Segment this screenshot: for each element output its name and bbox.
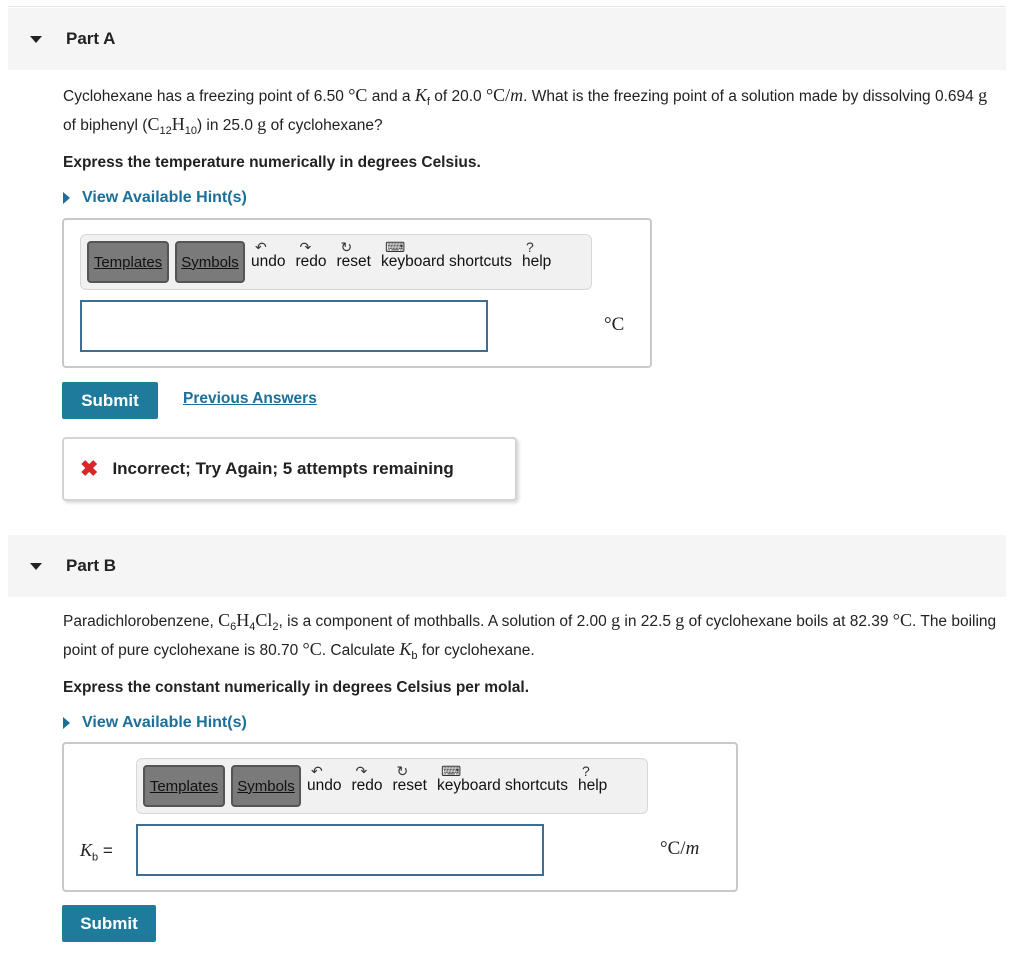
part-a-answer-input[interactable] [80,300,488,352]
part-a-content: Cyclohexane has a freezing point of 6.50… [63,84,1003,207]
feedback-message: Incorrect; Try Again; 5 attempts remaini… [112,459,454,478]
redo-icon: ↷ [299,239,312,255]
collapse-triangle-icon [30,35,42,43]
help-icon: ? [525,239,534,255]
hint-label: View Available Hint(s) [82,189,247,207]
part-b-hint-toggle[interactable]: View Available Hint(s) [63,714,1003,732]
keyboard-icon: ⌨ [440,763,462,779]
undo-button[interactable]: ↶ undo [251,239,285,271]
part-b-answer-input[interactable] [136,824,544,876]
previous-answers-link[interactable]: Previous Answers [183,390,317,408]
part-a-feedback: ✖ Incorrect; Try Again; 5 attempts remai… [62,437,517,501]
symbols-button[interactable]: Symbols [175,241,245,283]
part-a-hint-toggle[interactable]: View Available Hint(s) [63,189,1003,207]
redo-icon: ↷ [355,763,368,779]
templates-button[interactable]: Templates [87,241,169,283]
reset-button[interactable]: ↻ reset [337,239,371,271]
templates-button[interactable]: Templates [143,765,225,807]
keyboard-icon: ⌨ [384,239,406,255]
part-a-submit-button[interactable]: Submit [62,382,158,419]
keyboard-shortcuts-button[interactable]: ⌨ keyboard shortcuts [437,763,568,795]
part-a-math-toolbar: Templates Symbols ↶ undo ↷ redo ↻ reset ⌨ ke… [80,234,592,290]
collapse-triangle-icon [30,562,42,570]
help-icon: ? [581,763,590,779]
undo-icon: ↶ [311,763,323,779]
part-a-instruction: Express the temperature numerically in d… [63,154,481,172]
part-b-submit-button[interactable]: Submit [62,905,156,942]
reset-button[interactable]: ↻ reset [393,763,427,795]
part-b-header[interactable]: Part B [8,535,1006,597]
expand-triangle-icon [63,192,70,205]
reset-icon: ↻ [340,239,353,255]
help-button[interactable]: ? help [578,763,607,795]
part-b-instruction: Express the constant numerically in degr… [63,679,530,697]
hint-label: View Available Hint(s) [82,714,247,732]
part-a-question: Cyclohexane has a freezing point of 6.50… [63,85,988,138]
redo-button[interactable]: ↷ redo [351,763,382,795]
error-x-icon: ✖ [80,456,99,481]
undo-button[interactable]: ↶ undo [307,763,341,795]
top-divider [8,6,1006,7]
help-button[interactable]: ? help [522,239,551,271]
kb-variable-label: Kb = [80,840,113,864]
part-b-math-toolbar: Templates Symbols ↶ undo ↷ redo ↻ reset ⌨ ke… [136,758,648,814]
keyboard-shortcuts-button[interactable]: ⌨ keyboard shortcuts [381,239,512,271]
part-b-answer-box: Templates Symbols ↶ undo ↷ redo ↻ reset ⌨ ke… [62,742,738,892]
part-a-header[interactable]: Part A [8,8,1006,70]
part-b-content: Paradichlorobenzene, C6H4Cl2, is a compo… [63,609,1003,732]
undo-icon: ↶ [255,239,267,255]
part-b-title: Part B [66,556,117,575]
expand-triangle-icon [63,717,70,730]
redo-button[interactable]: ↷ redo [295,239,326,271]
part-a-answer-box: Templates Symbols ↶ undo ↷ redo ↻ reset ⌨ ke… [62,218,652,368]
part-b-question: Paradichlorobenzene, C6H4Cl2, is a compo… [63,610,997,663]
part-a-unit: °C [604,314,625,335]
symbols-button[interactable]: Symbols [231,765,301,807]
part-b-unit: °C/m [660,838,700,859]
part-a-title: Part A [66,29,116,48]
reset-icon: ↻ [396,763,409,779]
